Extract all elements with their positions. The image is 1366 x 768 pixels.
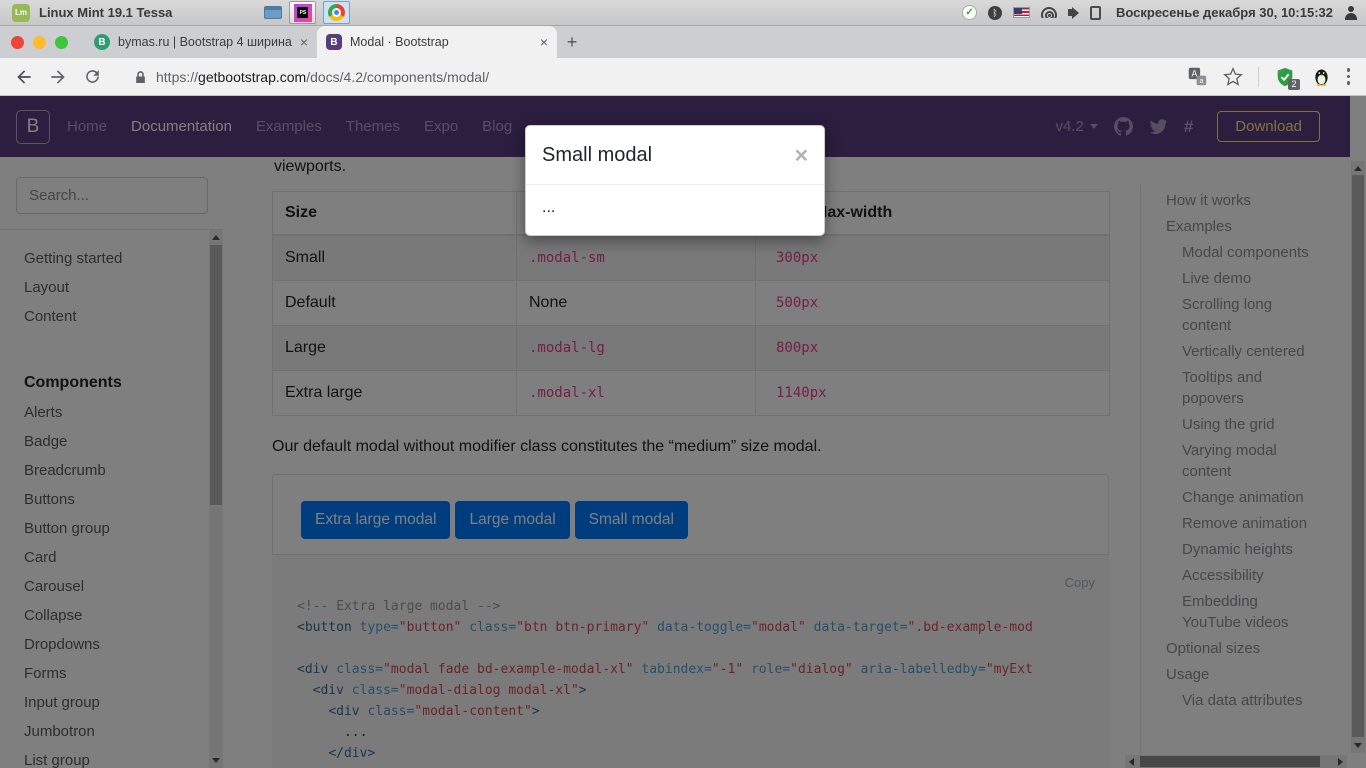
mint-panel: Lm Linux Mint 19.1 Tessa PS ✓ ᛒ Воскресе… xyxy=(0,0,1366,26)
volume-icon[interactable] xyxy=(1068,7,1079,19)
mint-menu-label: Linux Mint 19.1 Tessa xyxy=(39,5,172,20)
tab-modal-bootstrap[interactable]: B Modal · Bootstrap × xyxy=(317,26,557,58)
tab-title: Modal · Bootstrap xyxy=(350,35,536,49)
page-viewport: B HomeDocumentationExamplesThemesExpoBlo… xyxy=(0,96,1366,768)
chrome-launcher[interactable] xyxy=(323,1,350,24)
address-bar[interactable]: https://getbootstrap.com/docs/4.2/compon… xyxy=(156,69,1187,85)
toolbar-right: Aa 2 xyxy=(1187,66,1355,88)
browser-menu-icon[interactable] xyxy=(1347,68,1351,85)
tab-close-icon[interactable]: × xyxy=(540,35,548,49)
shield-extension-icon[interactable]: 2 xyxy=(1274,66,1296,88)
penguin-extension-icon[interactable] xyxy=(1311,66,1332,87)
phpstorm-launcher[interactable]: PS xyxy=(289,1,316,24)
system-tray: ✓ ᛒ Воскресенье декабря 30, 10:15:32 xyxy=(962,5,1358,20)
browser-toolbar: https://getbootstrap.com/docs/4.2/compon… xyxy=(0,58,1366,96)
wifi-icon[interactable] xyxy=(1041,7,1057,18)
modal-body: ... xyxy=(526,185,824,235)
svg-text:a: a xyxy=(1199,78,1203,85)
back-icon[interactable] xyxy=(12,65,36,89)
extension-badge: 2 xyxy=(1288,79,1299,90)
updates-shield-icon[interactable]: ✓ xyxy=(962,5,977,20)
tab-bar: B bymas.ru | Bootstrap 4 ширина × B Moda… xyxy=(0,26,1366,58)
url-scheme: https:// xyxy=(156,69,198,85)
window-controls xyxy=(0,36,68,49)
modal-title: Small modal xyxy=(542,140,652,170)
tab-bymas[interactable]: B bymas.ru | Bootstrap 4 ширина × xyxy=(85,26,317,58)
bootstrap-favicon: B xyxy=(326,34,342,50)
window-list-icon[interactable] xyxy=(264,6,282,19)
reload-icon[interactable] xyxy=(80,65,104,89)
bluetooth-icon[interactable]: ᛒ xyxy=(988,6,1002,20)
mint-logo-icon: Lm xyxy=(12,4,30,22)
svg-text:A: A xyxy=(1191,69,1197,79)
maximize-window-button[interactable] xyxy=(55,36,68,49)
close-window-button[interactable] xyxy=(11,36,24,49)
translate-icon[interactable]: Aa xyxy=(1187,66,1208,87)
new-tab-button[interactable]: + xyxy=(557,26,587,58)
clipboard-icon[interactable] xyxy=(1090,6,1101,20)
close-icon[interactable]: × xyxy=(795,140,808,170)
keyboard-layout-flag-icon[interactable] xyxy=(1013,7,1030,18)
modal-header: Small modal × xyxy=(526,126,824,185)
bootstrap-ru-favicon: B xyxy=(94,34,110,50)
mint-menu-button[interactable]: Lm Linux Mint 19.1 Tessa xyxy=(8,0,176,25)
toolbar-divider xyxy=(1258,67,1259,87)
panel-clock[interactable]: Воскресенье декабря 30, 10:15:32 xyxy=(1116,5,1333,20)
screen: Lm Linux Mint 19.1 Tessa PS ✓ ᛒ Воскресе… xyxy=(0,0,1366,768)
small-modal-dialog: Small modal × ... xyxy=(525,125,825,236)
chrome-icon xyxy=(328,4,345,21)
bookmark-star-icon[interactable] xyxy=(1223,67,1243,87)
minimize-window-button[interactable] xyxy=(33,36,46,49)
tab-close-icon[interactable]: × xyxy=(300,35,308,49)
forward-icon[interactable] xyxy=(46,65,70,89)
lock-icon[interactable] xyxy=(128,65,152,89)
tab-title: bymas.ru | Bootstrap 4 ширина xyxy=(118,35,296,49)
url-domain: getbootstrap.com xyxy=(198,69,306,85)
phpstorm-icon: PS xyxy=(294,4,312,22)
user-icon[interactable] xyxy=(1344,6,1358,20)
url-path: /docs/4.2/components/modal/ xyxy=(306,69,489,85)
